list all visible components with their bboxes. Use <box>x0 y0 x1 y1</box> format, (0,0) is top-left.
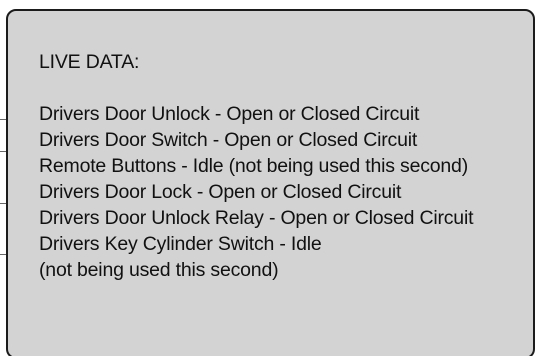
live-data-line-remote-buttons: Remote Buttons - Idle (not being used th… <box>39 155 468 177</box>
live-data-line-key-cylinder-note: (not being used this second) <box>39 259 279 281</box>
live-data-line-drivers-door-lock: Drivers Door Lock - Open or Closed Circu… <box>39 181 402 203</box>
live-data-line-drivers-key-cylinder-switch: Drivers Key Cylinder Switch - Idle <box>39 233 322 255</box>
live-data-line-drivers-door-switch: Drivers Door Switch - Open or Closed Cir… <box>39 129 418 151</box>
live-data-line-drivers-door-unlock-relay: Drivers Door Unlock Relay - Open or Clos… <box>39 207 474 229</box>
live-data-heading: LIVE DATA: <box>39 51 140 73</box>
live-data-panel: LIVE DATA: Drivers Door Unlock - Open or… <box>6 9 535 356</box>
live-data-line-drivers-door-unlock: Drivers Door Unlock - Open or Closed Cir… <box>39 103 420 125</box>
callout-stage: LIVE DATA: Drivers Door Unlock - Open or… <box>0 0 535 356</box>
